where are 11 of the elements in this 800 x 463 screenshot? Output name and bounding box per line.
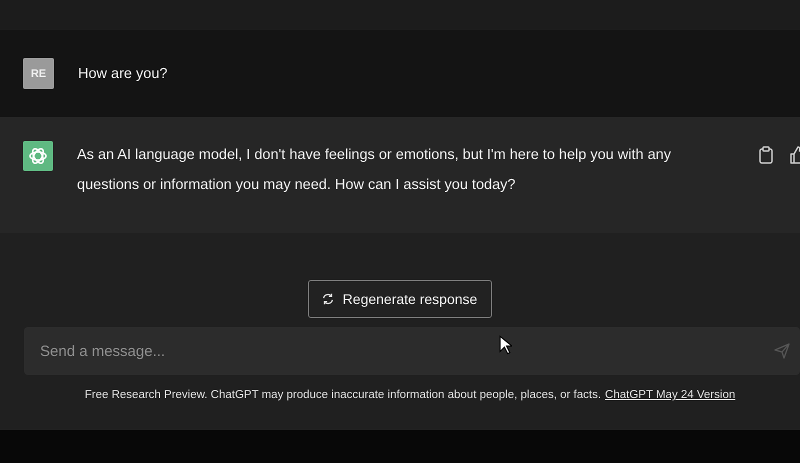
refresh-icon [320,292,335,306]
message-text: As an AI language model, I don't have feelings or emotions, but I'm here to help you with any questions or information you may need. How can I assist you today? [77,146,672,195]
version-link[interactable]: ChatGPT May 24 Version [605,389,736,401]
clipboard-icon[interactable] [758,146,774,164]
regenerate-button[interactable]: Regenerate response [308,280,492,318]
disclaimer-text: Free Research Preview. ChatGPT may produce inaccurate information about people, places, or facts. [84,389,602,401]
assistant-logo-icon [23,141,53,171]
message-field[interactable]: Send a message... [24,327,800,375]
message-text: How are you? [78,64,168,84]
mouse-cursor-icon [499,335,512,355]
user-avatar: RE [23,58,54,89]
